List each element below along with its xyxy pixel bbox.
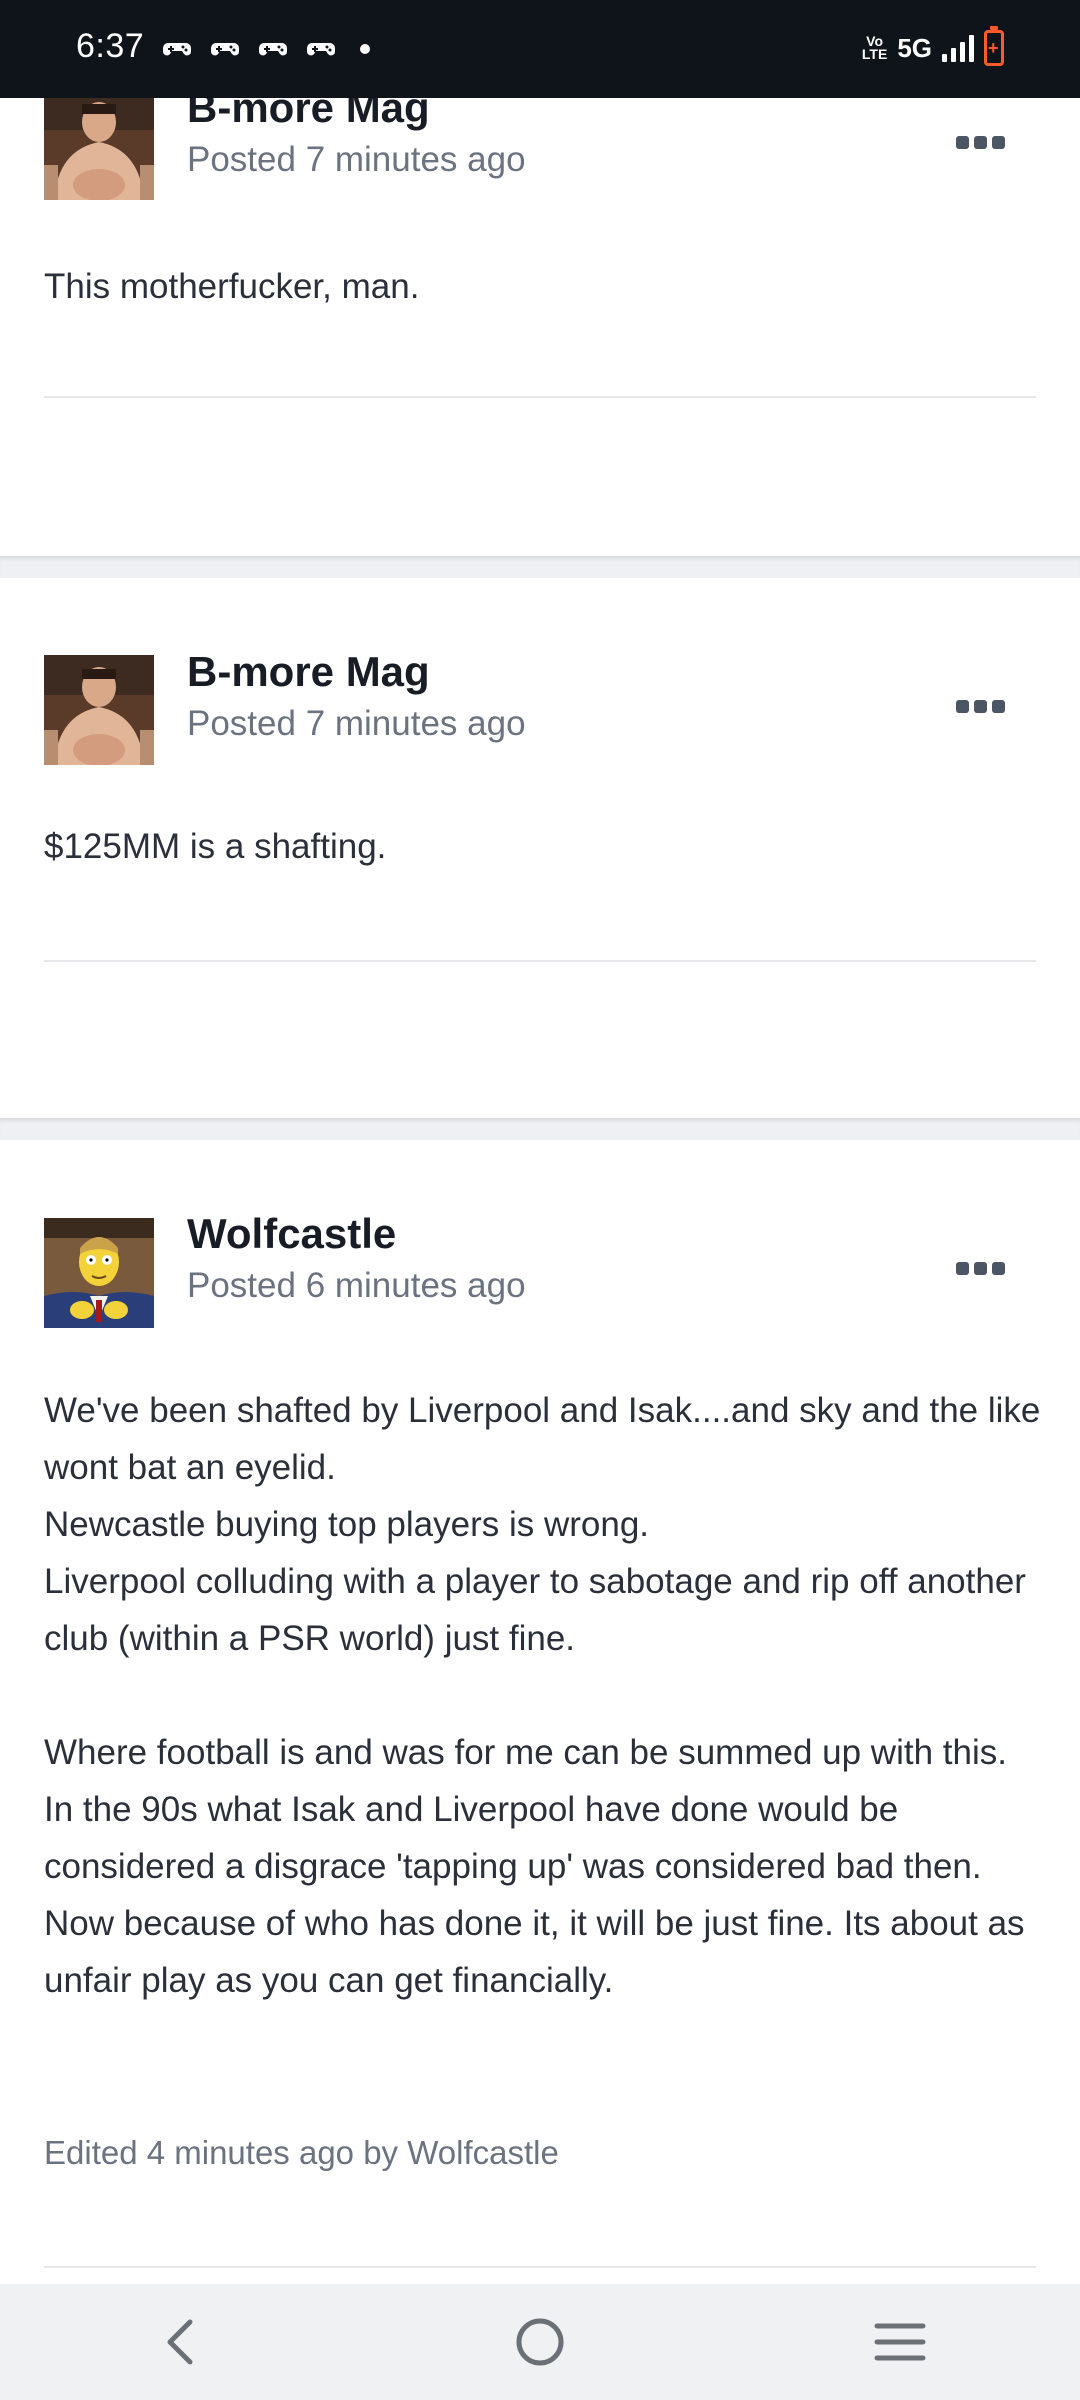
back-button[interactable] (120, 2302, 240, 2382)
more-options-button[interactable] (956, 132, 1006, 152)
avatar[interactable] (44, 655, 154, 765)
post-3: Wolfcastle Posted 6 minutes ago We've be… (0, 1140, 1080, 2284)
more-options-button[interactable] (956, 1258, 1006, 1278)
post-2: B-more Mag Posted 7 minutes ago $125MM i… (0, 578, 1080, 1118)
back-icon (167, 2319, 193, 2365)
signal-icon (942, 34, 974, 62)
notification-icons (162, 34, 370, 64)
post-separator (0, 556, 1080, 578)
post-divider (44, 396, 1036, 398)
post-timestamp: Posted 7 minutes ago (187, 140, 526, 179)
post-paragraph: Newcastle buying top players is wrong. (44, 1505, 650, 1544)
recents-button[interactable] (840, 2302, 960, 2382)
home-icon (516, 2318, 564, 2366)
game-controller-icon (307, 43, 335, 56)
screen: 6:37 Vo LTE 5G + B-more Mag Posted 7 min… (0, 0, 1080, 2400)
network-type: 5G (897, 32, 932, 63)
post-paragraph: Liverpool colluding with a player to sab… (44, 1562, 1026, 1658)
more-options-button[interactable] (956, 696, 1006, 716)
post-paragraph: This motherfucker, man. (44, 267, 420, 306)
game-controller-icon (259, 43, 287, 56)
post-paragraph: $125MM is a shafting. (44, 827, 387, 866)
game-controller-icon (163, 43, 191, 56)
status-indicators: Vo LTE 5G + (861, 26, 1004, 66)
post-divider (44, 2266, 1036, 2268)
game-controller-icon (211, 43, 239, 56)
post-separator (0, 1118, 1080, 1140)
post-body: $125MM is a shafting. (44, 818, 1044, 875)
battery-icon: + (984, 26, 1004, 66)
home-button[interactable] (480, 2302, 600, 2382)
avatar[interactable] (44, 90, 154, 200)
post-paragraph: We've been shafted by Liverpool and Isak… (44, 1391, 1041, 1487)
post-timestamp: Posted 7 minutes ago (187, 704, 526, 743)
post-divider (44, 960, 1036, 962)
menu-icon (874, 2323, 926, 2361)
post-paragraph (44, 1667, 1044, 1724)
author-name[interactable]: Wolfcastle (187, 1210, 396, 1258)
post-body: We've been shafted by Liverpool and Isak… (44, 1382, 1044, 2009)
avatar[interactable] (44, 1218, 154, 1328)
volte-indicator: Vo LTE (861, 33, 888, 62)
navigation-bar (0, 2284, 1080, 2400)
author-name[interactable]: B-more Mag (187, 648, 430, 696)
post-body: This motherfucker, man. (44, 258, 1044, 315)
post-1: B-more Mag Posted 7 minutes ago This mot… (0, 84, 1080, 556)
edited-note: Edited 4 minutes ago by Wolfcastle (44, 2134, 559, 2171)
status-time: 6:37 (76, 27, 145, 65)
post-paragraph: Where football is and was for me can be … (44, 1733, 1025, 2000)
status-bar: 6:37 Vo LTE 5G + (0, 0, 1080, 98)
more-notifications-dot (360, 44, 370, 54)
post-timestamp: Posted 6 minutes ago (187, 1266, 526, 1305)
